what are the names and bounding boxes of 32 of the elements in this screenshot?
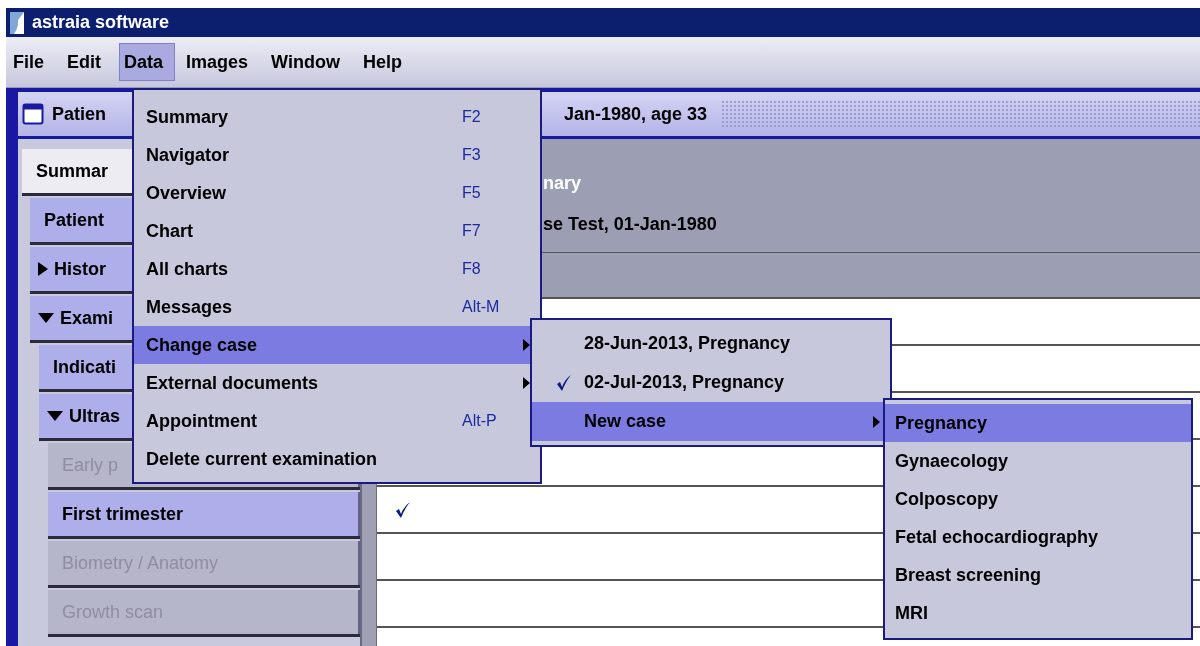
patient-info: se Test, 01-Jan-1980 bbox=[543, 214, 718, 235]
menu-item[interactable]: Navigator F3 bbox=[134, 136, 540, 174]
menu-item[interactable]: Summary F2 bbox=[134, 98, 540, 136]
menu-title[interactable]: Images bbox=[181, 43, 261, 81]
check-icon bbox=[395, 500, 411, 519]
sidebar-item[interactable]: First trimester bbox=[48, 492, 360, 536]
window-title: astraia software bbox=[32, 12, 170, 33]
summary-title: nary bbox=[543, 173, 583, 194]
menu-item[interactable]: Overview F5 bbox=[134, 174, 540, 212]
menu-item[interactable]: Chart F7 bbox=[134, 212, 540, 250]
menu-item[interactable]: Gynaecology bbox=[885, 442, 1191, 480]
menu-title[interactable]: Help bbox=[357, 43, 414, 81]
menu-item[interactable]: Pregnancy bbox=[885, 404, 1191, 442]
menu-title[interactable]: Window bbox=[266, 43, 352, 81]
expand-icon bbox=[47, 411, 63, 421]
menu-item[interactable]: All charts F8 bbox=[134, 250, 540, 288]
menu-title[interactable]: File bbox=[8, 43, 56, 81]
frame-title: Jan-1980, age 33 bbox=[564, 103, 708, 125]
menu-item[interactable]: Breast screening bbox=[885, 556, 1191, 594]
window-icon bbox=[22, 103, 44, 125]
menu-item[interactable]: 02-Jul-2013, Pregnancy bbox=[532, 363, 890, 402]
check-icon bbox=[556, 373, 572, 392]
menu-item[interactable]: MRI bbox=[885, 594, 1191, 632]
expand-icon bbox=[38, 262, 48, 276]
menu-item[interactable]: Colposcopy bbox=[885, 480, 1191, 518]
menu-item[interactable]: Delete current examination bbox=[134, 440, 540, 478]
menu-item[interactable]: Messages Alt-M bbox=[134, 288, 540, 326]
menu-item[interactable]: Fetal echocardiography bbox=[885, 518, 1191, 556]
menu-title[interactable]: Data bbox=[119, 43, 176, 81]
menu-title[interactable]: Edit bbox=[62, 43, 113, 81]
app-logo-icon bbox=[10, 11, 24, 34]
expand-icon bbox=[38, 313, 54, 323]
